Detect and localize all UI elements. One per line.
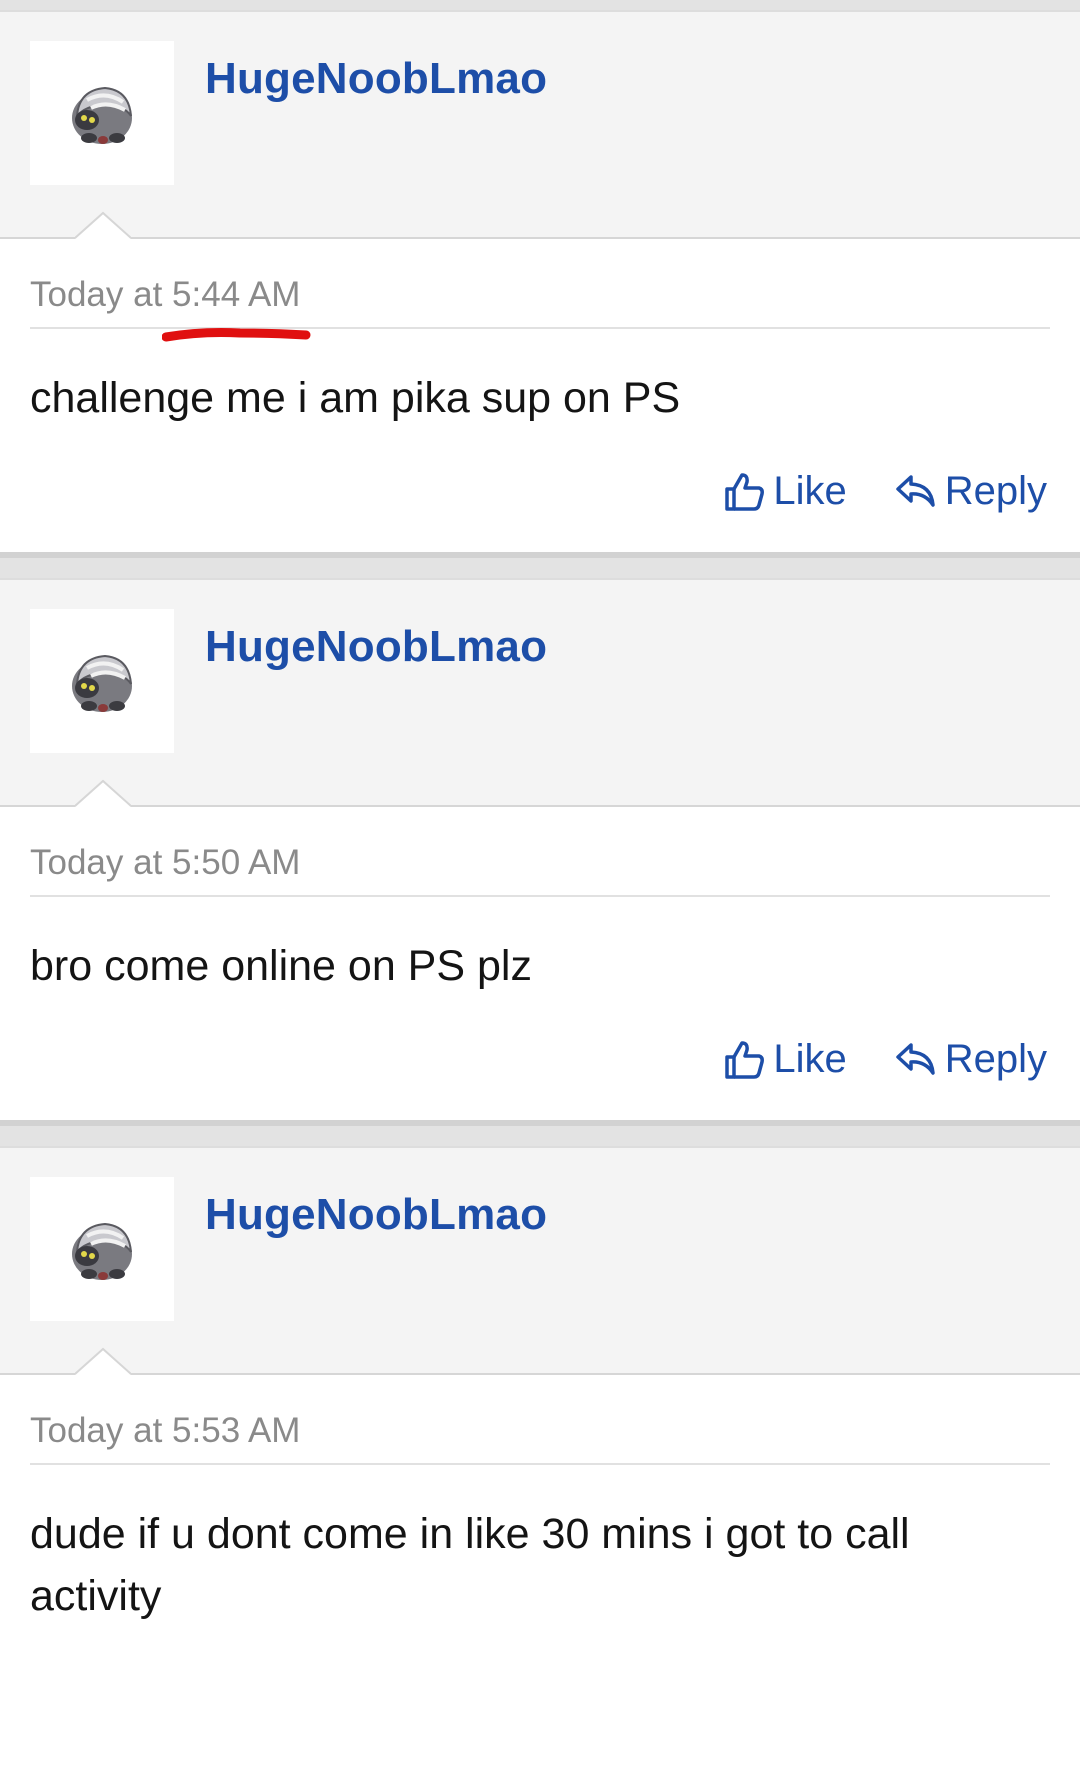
- post-pointer-arrow: [75, 779, 131, 807]
- thumbs-up-icon: [725, 1040, 765, 1079]
- avatar[interactable]: [30, 609, 174, 753]
- like-label: Like: [773, 1037, 847, 1081]
- post-separator: [0, 1120, 1080, 1126]
- reply-button[interactable]: Reply: [895, 469, 1047, 514]
- post-meta: Today at 5:44 AM: [30, 239, 1050, 342]
- reply-arrow-icon: [895, 474, 935, 507]
- shelgon-avatar-icon: [72, 86, 132, 144]
- red-underline-annotation: [162, 328, 311, 342]
- post-timestamp[interactable]: Today at 5:44 AM: [30, 275, 300, 314]
- post-3: HugeNoobLmao Today at 5:53 AM dude if u …: [0, 1146, 1080, 1775]
- post-pointer-arrow: [75, 211, 131, 239]
- avatar[interactable]: [30, 1177, 174, 1321]
- post-header: HugeNoobLmao: [0, 578, 1080, 807]
- post-header: HugeNoobLmao: [0, 1146, 1080, 1375]
- reply-label: Reply: [944, 469, 1047, 513]
- reply-arrow-icon: [895, 1042, 935, 1075]
- feed-top-gap: [0, 0, 1080, 10]
- post-1: HugeNoobLmao Today at 5:44 AM challenge …: [0, 10, 1080, 558]
- post-meta: Today at 5:50 AM: [30, 807, 1050, 897]
- post-body: Today at 5:44 AM challenge me i am pika …: [0, 239, 1080, 552]
- post-2: HugeNoobLmao Today at 5:50 AM bro come o…: [0, 578, 1080, 1126]
- reply-button[interactable]: Reply: [895, 1037, 1047, 1082]
- like-label: Like: [773, 469, 847, 513]
- like-button[interactable]: Like: [723, 1037, 847, 1082]
- post-actions: Like Reply: [0, 429, 1080, 552]
- shelgon-avatar-icon: [72, 654, 132, 712]
- post-message: dude if u dont come in like 30 mins i go…: [30, 1510, 910, 1620]
- username-link[interactable]: HugeNoobLmao: [205, 54, 547, 104]
- post-body: Today at 5:50 AM bro come online on PS p…: [0, 807, 1080, 1120]
- thumbs-up-icon: [725, 472, 765, 511]
- post-timestamp[interactable]: Today at 5:50 AM: [30, 843, 300, 882]
- post-header: HugeNoobLmao: [0, 10, 1080, 239]
- reply-label: Reply: [944, 1037, 1047, 1081]
- username-link[interactable]: HugeNoobLmao: [205, 1190, 547, 1240]
- post-pointer-arrow: [75, 1347, 131, 1375]
- post-body: Today at 5:53 AM dude if u dont come in …: [0, 1375, 1080, 1775]
- post-separator: [0, 552, 1080, 558]
- post-meta: Today at 5:53 AM: [30, 1375, 1050, 1465]
- post-message: bro come online on PS plz: [30, 942, 532, 990]
- like-button[interactable]: Like: [723, 469, 847, 514]
- post-actions: Like Reply: [0, 997, 1080, 1120]
- username-link[interactable]: HugeNoobLmao: [205, 622, 547, 672]
- post-timestamp[interactable]: Today at 5:53 AM: [30, 1411, 300, 1450]
- avatar[interactable]: [30, 41, 174, 185]
- post-feed: HugeNoobLmao Today at 5:44 AM challenge …: [0, 0, 1080, 1775]
- shelgon-avatar-icon: [72, 1222, 132, 1280]
